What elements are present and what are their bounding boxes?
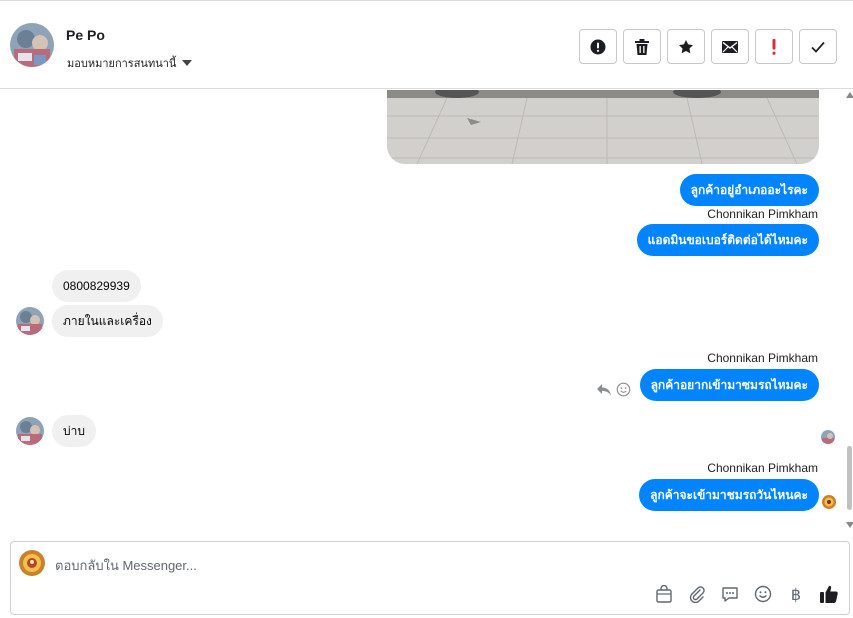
outgoing-message[interactable]: ลูกค้าอยากเข้ามาซมรถไหมคะ bbox=[639, 369, 819, 401]
scroll-up-arrow[interactable] bbox=[846, 92, 853, 98]
contact-avatar-small[interactable] bbox=[16, 307, 44, 335]
shop-icon[interactable] bbox=[654, 584, 674, 604]
sender-name: Chonnikan Pimkham bbox=[707, 461, 818, 475]
incoming-message[interactable]: 0800829939 bbox=[52, 270, 141, 302]
baht-symbol: ฿ bbox=[790, 584, 802, 604]
baht-icon[interactable]: ฿ bbox=[786, 584, 806, 604]
emoji-icon[interactable] bbox=[753, 584, 773, 604]
trash-icon bbox=[635, 38, 649, 55]
follow-up-button[interactable] bbox=[755, 29, 793, 64]
assign-conversation-dropdown[interactable]: มอบหมายการสนทนานี้ bbox=[67, 54, 193, 72]
scroll-down-arrow[interactable] bbox=[846, 522, 853, 528]
mark-unread-button[interactable] bbox=[711, 29, 749, 64]
message-thread[interactable]: ลูกค้าอยู่อำเภออะไรคะ Chonnikan Pimkham … bbox=[0, 90, 853, 530]
caret-down-icon bbox=[182, 60, 193, 66]
contact-avatar[interactable] bbox=[10, 23, 54, 67]
done-button[interactable] bbox=[799, 29, 837, 64]
scroll-thumb[interactable] bbox=[847, 446, 852, 510]
exclamation-icon bbox=[772, 38, 776, 55]
outgoing-message[interactable]: ลูกค้าจะเข้ามาชมรถวันไหนคะ bbox=[639, 479, 819, 511]
header-actions bbox=[579, 29, 837, 64]
emoji-icon[interactable] bbox=[616, 382, 631, 397]
page-avatar bbox=[19, 550, 45, 576]
sender-name: Chonnikan Pimkham bbox=[707, 207, 818, 221]
saved-reply-icon[interactable] bbox=[720, 584, 740, 604]
seen-avatar bbox=[822, 495, 836, 509]
seen-avatar bbox=[821, 430, 835, 444]
contact-avatar-small[interactable] bbox=[16, 417, 44, 445]
incoming-message[interactable]: ภายในและเครื่อง bbox=[52, 305, 163, 337]
delete-button[interactable] bbox=[623, 29, 661, 64]
sender-name: Chonnikan Pimkham bbox=[707, 351, 818, 365]
reply-input[interactable] bbox=[55, 556, 635, 574]
outgoing-message[interactable]: ลูกค้าอยู่อำเภออะไรคะ bbox=[679, 174, 819, 206]
star-icon bbox=[679, 39, 693, 53]
assign-label: มอบหมายการสนทนานี้ bbox=[67, 58, 177, 70]
composer-tools: ฿ bbox=[654, 584, 839, 604]
envelope-icon bbox=[722, 40, 738, 53]
incoming-message[interactable]: บ่าบ bbox=[52, 415, 96, 447]
spam-button[interactable] bbox=[579, 29, 617, 64]
attachment-icon[interactable] bbox=[687, 584, 707, 604]
shared-photo[interactable] bbox=[387, 90, 819, 164]
outgoing-message[interactable]: แอดมินขอเบอร์ติดต่อได้ไหมคะ bbox=[636, 224, 819, 256]
message-actions bbox=[596, 382, 631, 397]
conversation-header: Pe Po มอบหมายการสนทนานี้ bbox=[0, 0, 853, 89]
check-icon bbox=[811, 41, 825, 53]
reply-icon[interactable] bbox=[596, 383, 612, 397]
reply-composer: ฿ bbox=[10, 541, 850, 615]
star-button[interactable] bbox=[667, 29, 705, 64]
alert-circle-icon bbox=[590, 39, 606, 54]
thread-scrollbar[interactable] bbox=[846, 90, 853, 530]
contact-name[interactable]: Pe Po bbox=[66, 27, 105, 43]
thumbs-up-icon[interactable] bbox=[819, 584, 839, 604]
messenger-inbox: Pe Po มอบหมายการสนทนานี้ ลูกค้าอยู่อำเภอ… bbox=[0, 0, 853, 618]
